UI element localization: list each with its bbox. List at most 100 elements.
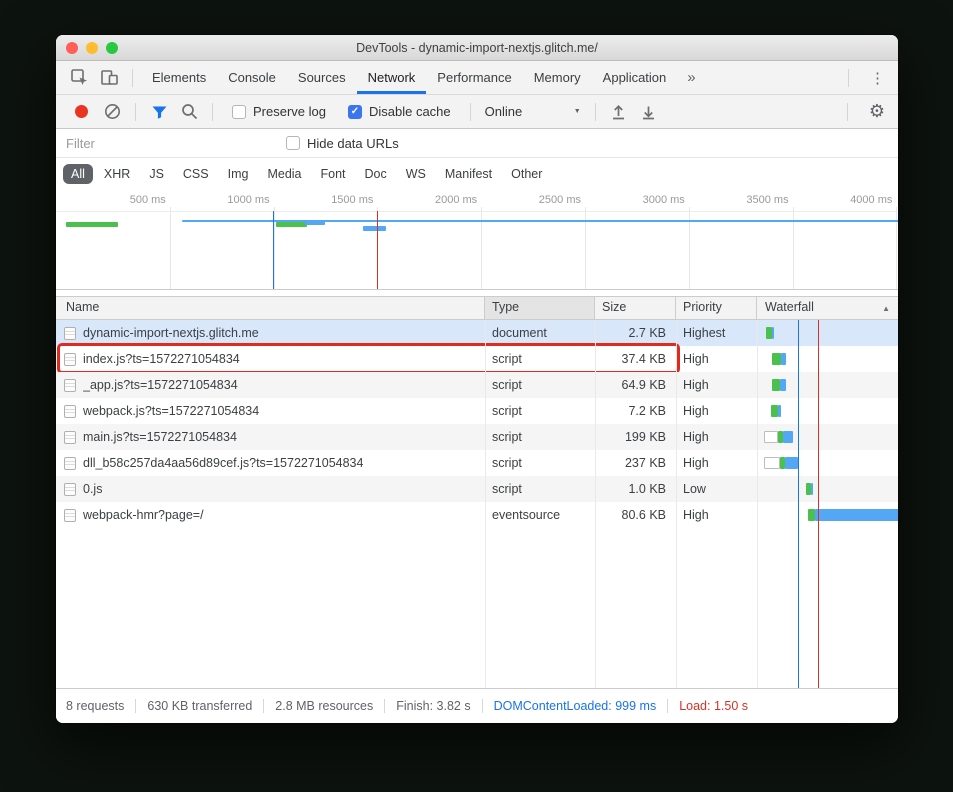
inspect-element-icon[interactable]	[64, 65, 94, 91]
request-type: script	[485, 476, 595, 502]
waterfall-segment-waiting	[772, 353, 781, 365]
filter-funnel-icon[interactable]	[144, 99, 174, 125]
table-row[interactable]: _app.js?ts=1572271054834script64.9 KBHig…	[56, 372, 898, 398]
table-row[interactable]: index.js?ts=1572271054834script37.4 KBHi…	[56, 346, 898, 372]
timeline-overview[interactable]: 500 ms1000 ms1500 ms2000 ms2500 ms3000 m…	[56, 189, 898, 290]
tab-memory[interactable]: Memory	[523, 61, 592, 94]
request-name-cell: webpack-hmr?page=/	[56, 502, 485, 528]
disable-cache-label: Disable cache	[369, 104, 451, 119]
table-row[interactable]: dynamic-import-nextjs.glitch.medocument2…	[56, 320, 898, 346]
file-icon	[64, 379, 76, 392]
table-row[interactable]: dll_b58c257da4aa56d89cef.js?ts=157227105…	[56, 450, 898, 476]
request-priority: High	[676, 398, 757, 424]
type-filter-xhr[interactable]: XHR	[96, 164, 138, 184]
dcl-marker-line	[273, 211, 274, 289]
type-filter-css[interactable]: CSS	[175, 164, 217, 184]
type-filter-all[interactable]: All	[63, 164, 93, 184]
file-icon	[64, 509, 76, 522]
clear-icon[interactable]	[97, 99, 127, 125]
waterfall-segment-download	[811, 483, 813, 495]
search-icon[interactable]	[174, 99, 204, 125]
window-titlebar[interactable]: DevTools - dynamic-import-nextjs.glitch.…	[56, 35, 898, 61]
request-name: webpack.js?ts=1572271054834	[83, 398, 259, 424]
table-row[interactable]: webpack.js?ts=1572271054834script7.2 KBH…	[56, 398, 898, 424]
throttling-select[interactable]: Online ▼	[485, 104, 581, 119]
waterfall-segment-waiting	[778, 431, 783, 443]
import-har-icon[interactable]	[604, 99, 634, 125]
waterfall-segment-download	[785, 457, 798, 469]
column-header-type[interactable]: Type	[485, 297, 595, 319]
devtools-menu-button[interactable]: ⋮	[857, 69, 898, 87]
column-header-priority[interactable]: Priority	[676, 297, 757, 319]
disable-cache-checkbox[interactable]: ✓ Disable cache	[348, 104, 451, 119]
load-marker-line	[377, 211, 378, 289]
preserve-log-label: Preserve log	[253, 104, 326, 119]
separator	[470, 103, 471, 121]
more-tabs-button[interactable]: »	[677, 69, 705, 86]
request-name: dll_b58c257da4aa56d89cef.js?ts=157227105…	[83, 450, 363, 476]
type-filter-media[interactable]: Media	[259, 164, 309, 184]
type-filter-ws[interactable]: WS	[398, 164, 434, 184]
table-row[interactable]: main.js?ts=1572271054834script199 KBHigh	[56, 424, 898, 450]
device-toolbar-icon[interactable]	[94, 65, 124, 91]
column-header-name[interactable]: Name	[56, 297, 485, 319]
type-filter-other[interactable]: Other	[503, 164, 550, 184]
file-icon	[64, 353, 76, 366]
tab-sources[interactable]: Sources	[287, 61, 357, 94]
tab-performance[interactable]: Performance	[426, 61, 522, 94]
zoom-window-button[interactable]	[106, 42, 118, 54]
request-size: 1.0 KB	[595, 476, 676, 502]
timeline-tick-label: 2000 ms	[407, 194, 477, 206]
export-har-icon[interactable]	[634, 99, 664, 125]
filter-row: Hide data URLs	[56, 129, 898, 158]
timeline-tick-label: 4000 ms	[822, 194, 892, 206]
request-priority: High	[676, 450, 757, 476]
close-window-button[interactable]	[66, 42, 78, 54]
record-button[interactable]	[75, 105, 88, 118]
devtools-window: DevTools - dynamic-import-nextjs.glitch.…	[56, 35, 898, 723]
request-waterfall	[757, 372, 898, 398]
tab-elements[interactable]: Elements	[141, 61, 217, 94]
waterfall-segment-stalled	[764, 457, 780, 469]
timeline-tick-label: 3000 ms	[615, 194, 685, 206]
minimize-window-button[interactable]	[86, 42, 98, 54]
request-name: dynamic-import-nextjs.glitch.me	[83, 320, 259, 346]
request-waterfall	[757, 398, 898, 424]
tab-application[interactable]: Application	[592, 61, 678, 94]
table-row[interactable]: webpack-hmr?page=/eventsource80.6 KBHigh	[56, 502, 898, 528]
timeline-tick-label: 3500 ms	[719, 194, 789, 206]
request-name: main.js?ts=1572271054834	[83, 424, 237, 450]
preserve-log-checkbox[interactable]: Preserve log	[232, 104, 326, 119]
request-name-cell: index.js?ts=1572271054834	[56, 346, 485, 372]
tab-network[interactable]: Network	[357, 61, 427, 94]
type-filter-img[interactable]: Img	[220, 164, 257, 184]
window-title: DevTools - dynamic-import-nextjs.glitch.…	[356, 41, 598, 55]
request-type: document	[485, 320, 595, 346]
file-icon	[64, 405, 76, 418]
column-header-waterfall-label: Waterfall	[765, 300, 814, 314]
type-filter-font[interactable]: Font	[313, 164, 354, 184]
request-size: 7.2 KB	[595, 398, 676, 424]
status-finish: Finish: 3.82 s	[385, 699, 482, 713]
hide-data-urls-checkbox[interactable]: Hide data URLs	[286, 136, 399, 151]
table-row[interactable]: 0.jsscript1.0 KBLow	[56, 476, 898, 502]
request-name: index.js?ts=1572271054834	[83, 346, 240, 372]
request-waterfall	[757, 476, 898, 502]
tab-console[interactable]: Console	[217, 61, 287, 94]
filter-input[interactable]	[66, 129, 266, 157]
type-filter-manifest[interactable]: Manifest	[437, 164, 500, 184]
status-domcontentloaded: DOMContentLoaded: 999 ms	[483, 699, 669, 713]
type-filter-doc[interactable]: Doc	[357, 164, 395, 184]
column-header-waterfall[interactable]: Waterfall▲	[757, 297, 898, 319]
settings-gear-icon[interactable]: ⚙	[856, 101, 898, 122]
column-header-size[interactable]: Size	[595, 297, 676, 319]
type-filter-js[interactable]: JS	[141, 164, 172, 184]
status-transferred: 630 KB transferred	[136, 699, 264, 713]
status-bar: 8 requests 630 KB transferred 2.8 MB res…	[56, 688, 898, 723]
request-name-cell: webpack.js?ts=1572271054834	[56, 398, 485, 424]
status-load: Load: 1.50 s	[668, 699, 759, 713]
waterfall-segment-download	[781, 353, 786, 365]
overview-bar-waiting	[66, 222, 118, 227]
overview-bar-download	[363, 226, 386, 231]
devtools-tabs: ElementsConsoleSourcesNetworkPerformance…	[141, 61, 677, 94]
